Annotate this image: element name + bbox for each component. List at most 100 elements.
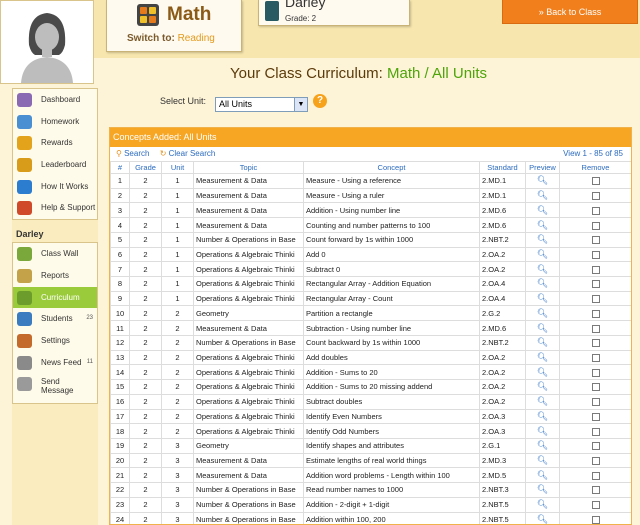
remove-checkbox[interactable]: [591, 427, 600, 436]
table-row[interactable]: 3 2 1 Measurement & Data Addition - Using nu…: [110, 202, 631, 219]
preview-icon[interactable]: 🔍︎: [537, 381, 548, 391]
search-button[interactable]: ⚲ Search: [116, 149, 152, 158]
remove-checkbox[interactable]: [591, 501, 600, 510]
sidebar-item-how-it-works[interactable]: How It Works: [13, 176, 97, 198]
preview-icon[interactable]: 🔍︎: [537, 440, 548, 450]
remove-checkbox[interactable]: [591, 192, 600, 201]
help-icon[interactable]: ?: [313, 94, 327, 108]
sidebar-item-leaderboard[interactable]: Leaderboard: [13, 154, 97, 176]
remove-checkbox[interactable]: [591, 515, 600, 524]
table-row[interactable]: 16 2 2 Operations & Algebraic Thinki Subtrac…: [110, 393, 631, 410]
table-row[interactable]: 21 2 3 Measurement & Data Addition word prob…: [110, 467, 631, 484]
table-row[interactable]: 7 2 1 Operations & Algebraic Thinki Subtract…: [110, 261, 631, 278]
remove-checkbox[interactable]: [591, 339, 600, 348]
table-row[interactable]: 5 2 1 Number & Operations in Base Count forw…: [110, 231, 631, 248]
remove-checkbox[interactable]: [591, 280, 600, 289]
remove-checkbox[interactable]: [591, 353, 600, 362]
preview-icon[interactable]: 🔍︎: [537, 411, 548, 421]
preview-icon[interactable]: 🔍︎: [537, 484, 548, 494]
column-header[interactable]: Standard: [479, 161, 526, 174]
preview-icon[interactable]: 🔍︎: [537, 175, 548, 185]
table-row[interactable]: 6 2 1 Operations & Algebraic Thinki Add 0 2.O…: [110, 246, 631, 263]
clear-search-button[interactable]: ↻ Clear Search: [160, 149, 216, 158]
preview-icon[interactable]: 🔍︎: [537, 367, 548, 377]
remove-checkbox[interactable]: [591, 486, 600, 495]
table-row[interactable]: 14 2 2 Operations & Algebraic Thinki Additio…: [110, 364, 631, 381]
table-row[interactable]: 15 2 2 Operations & Algebraic Thinki Additio…: [110, 379, 631, 395]
remove-checkbox[interactable]: [591, 368, 600, 377]
column-header[interactable]: Remove: [559, 161, 631, 174]
sidebar-item-rewards[interactable]: Rewards: [13, 132, 97, 154]
table-row[interactable]: 12 2 2 Number & Operations in Base Count bac…: [110, 334, 631, 351]
sidebar-item-reports[interactable]: Reports: [13, 265, 97, 287]
remove-checkbox[interactable]: [591, 309, 600, 318]
sidebar-item-homework[interactable]: Homework: [13, 111, 97, 133]
sidebar-item-help-support[interactable]: Help & Support: [13, 197, 97, 219]
table-row[interactable]: 2 2 1 Measurement & Data Measure - Using a r…: [110, 187, 631, 204]
column-header[interactable]: Unit: [161, 161, 194, 174]
preview-icon[interactable]: 🔍︎: [537, 455, 548, 465]
table-row[interactable]: 10 2 2 Geometry Partition a rectangle 2.G.2 🔍︎: [110, 305, 631, 322]
back-to-class-button[interactable]: » Back to Class: [502, 0, 638, 24]
table-row[interactable]: 18 2 2 Operations & Algebraic Thinki Identif…: [110, 423, 631, 439]
sidebar-item-send-message[interactable]: Send Message: [13, 373, 97, 403]
preview-icon[interactable]: 🔍︎: [537, 205, 548, 215]
column-header[interactable]: Grade: [129, 161, 162, 174]
preview-icon[interactable]: 🔍︎: [537, 352, 548, 362]
unit-select[interactable]: All Units ▼: [215, 97, 308, 112]
table-row[interactable]: 23 2 3 Number & Operations in Base Addition …: [110, 496, 631, 513]
table-row[interactable]: 9 2 1 Operations & Algebraic Thinki Rectangu…: [110, 290, 631, 307]
preview-icon[interactable]: 🔍︎: [537, 190, 548, 200]
table-row[interactable]: 11 2 2 Measurement & Data Subtraction - Usin…: [110, 320, 631, 336]
remove-checkbox[interactable]: [591, 236, 600, 245]
preview-icon[interactable]: 🔍︎: [537, 264, 548, 274]
remove-checkbox[interactable]: [591, 398, 600, 407]
preview-icon[interactable]: 🔍︎: [537, 249, 548, 259]
remove-checkbox[interactable]: [591, 457, 600, 466]
remove-checkbox[interactable]: [591, 206, 600, 215]
preview-icon[interactable]: 🔍︎: [537, 337, 548, 347]
preview-icon[interactable]: 🔍︎: [537, 323, 548, 333]
table-row[interactable]: 4 2 1 Measurement & Data Counting and number…: [110, 217, 631, 233]
column-header[interactable]: Topic: [193, 161, 304, 174]
remove-checkbox[interactable]: [591, 265, 600, 274]
sidebar-item-class-wall[interactable]: Class Wall: [13, 243, 97, 265]
table-row[interactable]: 13 2 2 Operations & Algebraic Thinki Add dou…: [110, 349, 631, 366]
preview-icon[interactable]: 🔍︎: [537, 220, 548, 230]
preview-icon[interactable]: 🔍︎: [537, 234, 548, 244]
remove-checkbox[interactable]: [591, 250, 600, 259]
column-header[interactable]: #: [110, 161, 130, 174]
table-row[interactable]: 20 2 3 Measurement & Data Estimate lengths o…: [110, 452, 631, 469]
switch-to-reading-link[interactable]: Reading: [178, 33, 215, 44]
remove-checkbox[interactable]: [591, 412, 600, 421]
column-header[interactable]: Preview: [525, 161, 560, 174]
preview-icon[interactable]: 🔍︎: [537, 426, 548, 436]
column-header[interactable]: Concept: [303, 161, 480, 174]
sidebar-item-news-feed[interactable]: News Feed 11: [13, 352, 97, 374]
sidebar-item-students[interactable]: Students 23: [13, 308, 97, 330]
preview-icon[interactable]: 🔍︎: [537, 278, 548, 288]
preview-icon[interactable]: 🔍︎: [537, 499, 548, 509]
sidebar-item-curriculum[interactable]: Curriculum: [13, 286, 97, 309]
preview-icon[interactable]: 🔍︎: [537, 396, 548, 406]
table-row[interactable]: 24 2 3 Number & Operations in Base Addition …: [110, 511, 631, 524]
sidebar-item-settings[interactable]: Settings: [13, 330, 97, 352]
table-row[interactable]: 22 2 3 Number & Operations in Base Read numb…: [110, 482, 631, 498]
table-row[interactable]: 17 2 2 Operations & Algebraic Thinki Identif…: [110, 408, 631, 425]
preview-icon[interactable]: 🔍︎: [537, 308, 548, 318]
remove-checkbox[interactable]: [591, 221, 600, 230]
table-row[interactable]: 19 2 3 Geometry Identify shapes and attribut…: [110, 437, 631, 454]
remove-checkbox[interactable]: [591, 442, 600, 451]
sidebar-item-dashboard[interactable]: Dashboard: [13, 89, 97, 111]
remove-checkbox[interactable]: [591, 295, 600, 304]
table-row[interactable]: 8 2 1 Operations & Algebraic Thinki Rectangu…: [110, 276, 631, 292]
remove-checkbox[interactable]: [591, 177, 600, 186]
preview-icon[interactable]: 🔍︎: [537, 293, 548, 303]
table-row[interactable]: 1 2 1 Measurement & Data Measure - Using a r…: [110, 173, 631, 189]
remove-checkbox[interactable]: [591, 383, 600, 392]
remove-checkbox[interactable]: [591, 324, 600, 333]
remove-checkbox[interactable]: [591, 471, 600, 480]
preview-icon[interactable]: 🔍︎: [537, 470, 548, 480]
avatar[interactable]: [0, 0, 94, 84]
preview-icon[interactable]: 🔍︎: [537, 514, 548, 524]
